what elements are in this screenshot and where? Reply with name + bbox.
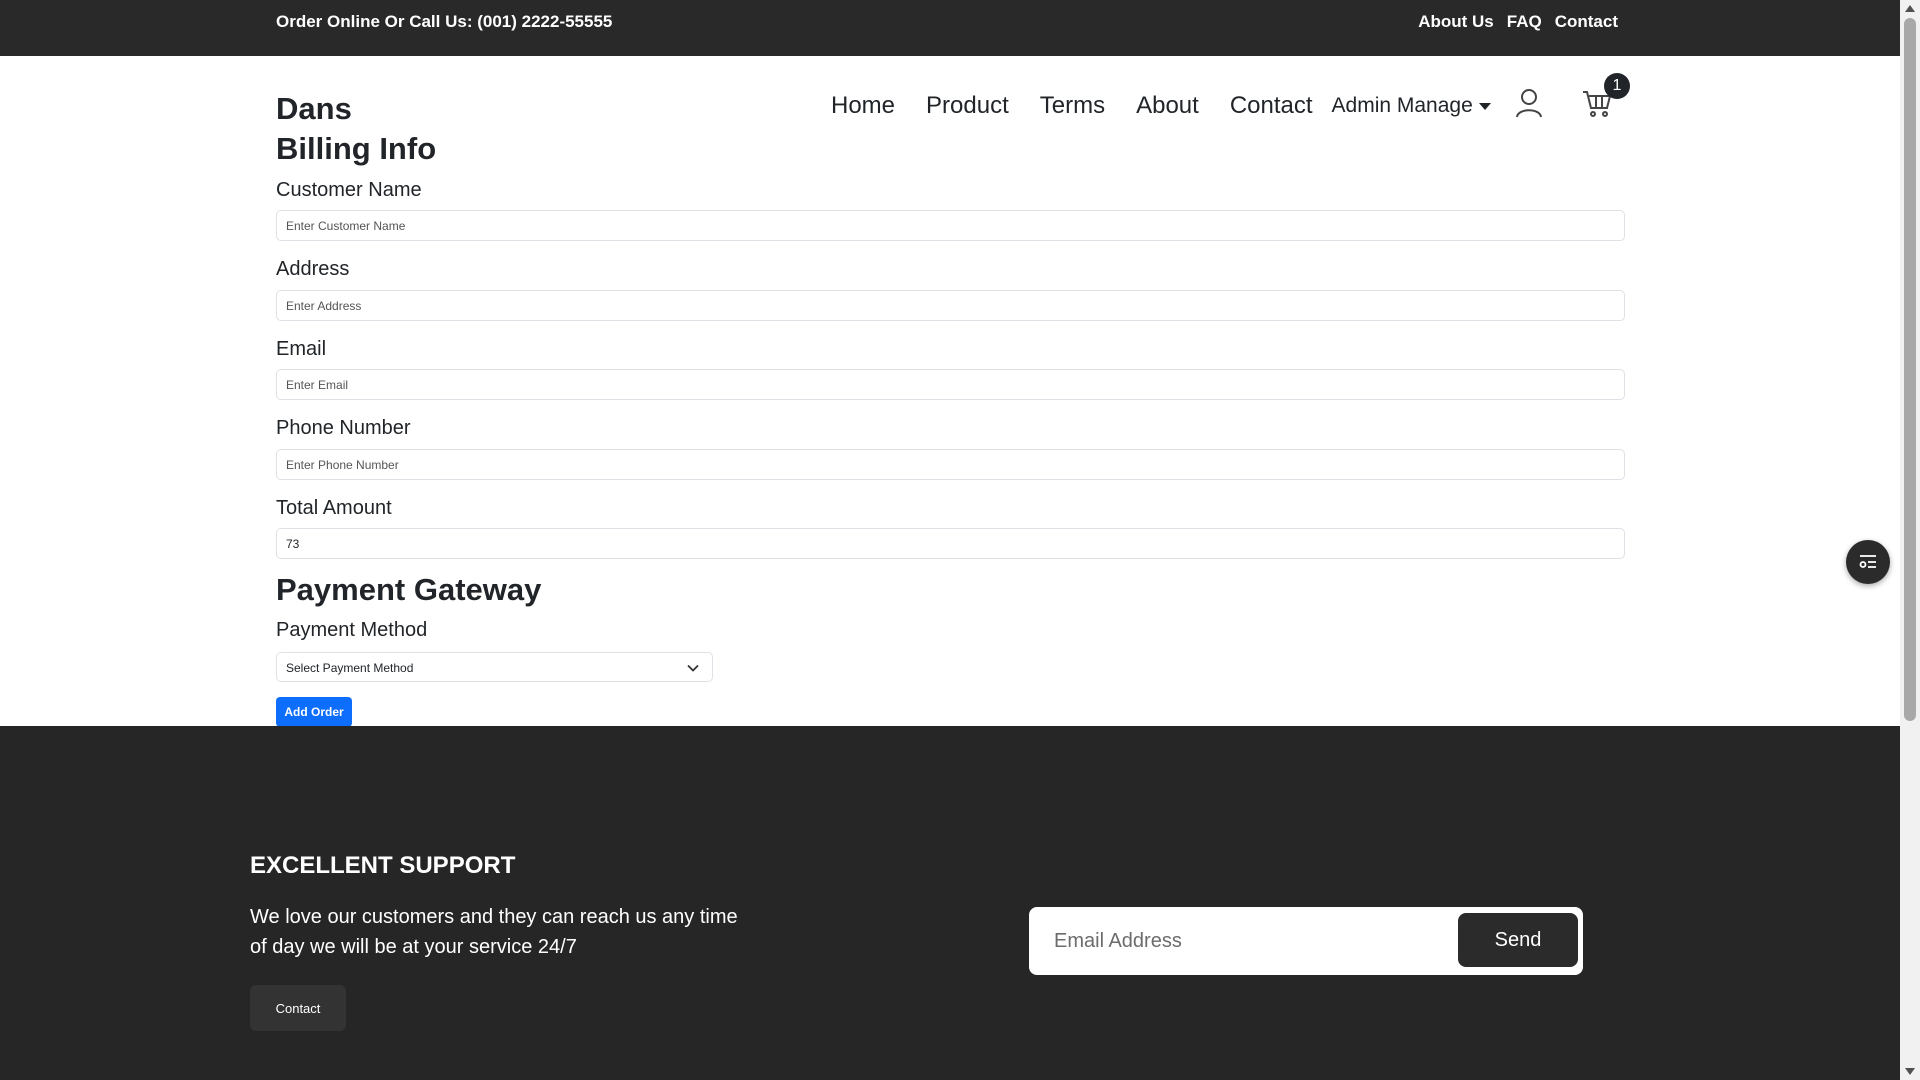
scroll-up-arrow-icon[interactable]: [1905, 5, 1915, 12]
footer-contact-button[interactable]: Contact: [250, 985, 346, 1031]
support-title: EXCELLENT SUPPORT: [250, 852, 516, 879]
chevron-down-icon: [687, 664, 699, 672]
add-order-button[interactable]: Add Order: [276, 697, 352, 727]
main-nav: Home Product Terms About Contact Admin M…: [831, 92, 1491, 120]
admin-manage-dropdown[interactable]: Admin Manage: [1332, 94, 1491, 118]
order-phone-text: Order Online Or Call Us: (001) 2222-5555…: [276, 12, 613, 31]
phone-number-input[interactable]: [276, 449, 1625, 480]
payment-method-selected: Select Payment Method: [286, 661, 414, 675]
nav-about[interactable]: About: [1136, 92, 1199, 120]
newsletter-form: Send: [1029, 907, 1583, 975]
user-icon[interactable]: [1515, 88, 1543, 118]
newsletter-email-input[interactable]: [1039, 917, 1439, 965]
top-link-faq[interactable]: FAQ: [1507, 12, 1542, 32]
caret-down-icon: [1478, 102, 1491, 110]
top-link-about-us[interactable]: About Us: [1418, 12, 1494, 32]
payment-gateway-title: Payment Gateway: [276, 572, 542, 607]
nav-home[interactable]: Home: [831, 92, 895, 120]
payment-method-label: Payment Method: [276, 619, 428, 641]
top-bar: Order Online Or Call Us: (001) 2222-5555…: [0, 0, 1900, 56]
email-label: Email: [276, 338, 327, 360]
nav-product[interactable]: Product: [926, 92, 1009, 120]
support-text: We love our customers and they can reach…: [250, 906, 738, 958]
customer-name-label: Customer Name: [276, 179, 422, 201]
address-label: Address: [276, 258, 350, 280]
filter-list-icon[interactable]: [1846, 540, 1890, 584]
top-links: About Us FAQ Contact: [1418, 12, 1618, 32]
send-button[interactable]: Send: [1458, 913, 1578, 967]
brand-logo[interactable]: Dans: [276, 91, 352, 127]
footer: EXCELLENT SUPPORT We love our customers …: [0, 726, 1900, 1080]
cart-count-badge: 1: [1604, 73, 1630, 99]
total-amount-input[interactable]: [276, 528, 1625, 559]
email-input[interactable]: [276, 369, 1625, 400]
total-amount-label: Total Amount: [276, 497, 392, 519]
admin-manage-label: Admin Manage: [1331, 94, 1473, 117]
payment-method-select[interactable]: Select Payment Method: [276, 652, 713, 682]
nav-terms[interactable]: Terms: [1040, 92, 1105, 120]
top-link-contact[interactable]: Contact: [1555, 12, 1618, 32]
scrollbar-thumb[interactable]: [1904, 18, 1916, 721]
customer-name-input[interactable]: [276, 210, 1625, 241]
page-scrollbar[interactable]: [1900, 0, 1920, 1080]
address-input[interactable]: [276, 290, 1625, 321]
nav-contact[interactable]: Contact: [1230, 92, 1313, 120]
scroll-down-arrow-icon[interactable]: [1905, 1068, 1915, 1075]
phone-number-label: Phone Number: [276, 417, 411, 439]
billing-info-title: Billing Info: [276, 131, 437, 166]
